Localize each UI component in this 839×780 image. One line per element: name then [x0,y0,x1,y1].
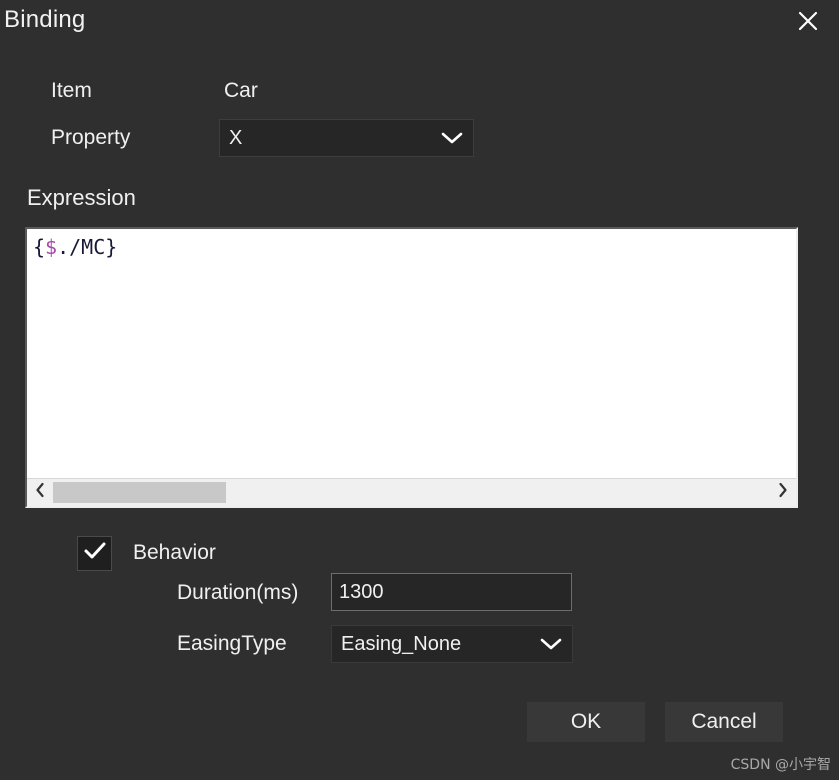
scroll-right-button[interactable] [770,479,796,506]
property-dropdown-value: X [229,126,243,149]
easing-type-label: EasingType [177,632,287,655]
watermark: CSDN @小宇智 [730,757,831,773]
expression-box: {$./MC} [25,227,798,508]
item-value: Car [224,79,258,102]
expression-label: Expression [27,185,136,210]
item-label: Item [51,79,92,102]
property-label: Property [51,126,131,149]
expression-token-open: { [33,235,46,259]
expression-horizontal-scrollbar[interactable] [27,478,796,506]
behavior-label: Behavior [133,541,216,564]
cancel-button[interactable]: Cancel [665,702,783,742]
expression-input[interactable]: {$./MC} [27,229,796,478]
close-button[interactable] [787,4,829,38]
expression-token-rest: ./MC} [57,235,118,259]
dialog-titlebar: Binding [0,0,839,44]
scroll-left-button[interactable] [27,479,53,506]
scrollbar-thumb[interactable] [53,482,226,503]
page-title: Binding [4,6,86,33]
checkmark-icon [83,541,107,566]
easing-type-dropdown[interactable]: Easing_None [331,625,573,663]
close-icon [796,9,820,33]
easing-type-dropdown-value: Easing_None [341,632,462,655]
behavior-checkbox[interactable] [77,536,112,571]
chevron-left-icon [34,482,46,503]
duration-input[interactable] [331,573,572,611]
duration-label: Duration(ms) [177,581,299,604]
ok-button[interactable]: OK [527,702,645,742]
chevron-down-icon [530,636,572,652]
property-dropdown[interactable]: X [219,119,474,157]
expression-token-dollar: $ [45,235,58,259]
scrollbar-track[interactable] [53,479,770,506]
chevron-down-icon [431,130,473,146]
chevron-right-icon [777,482,789,503]
